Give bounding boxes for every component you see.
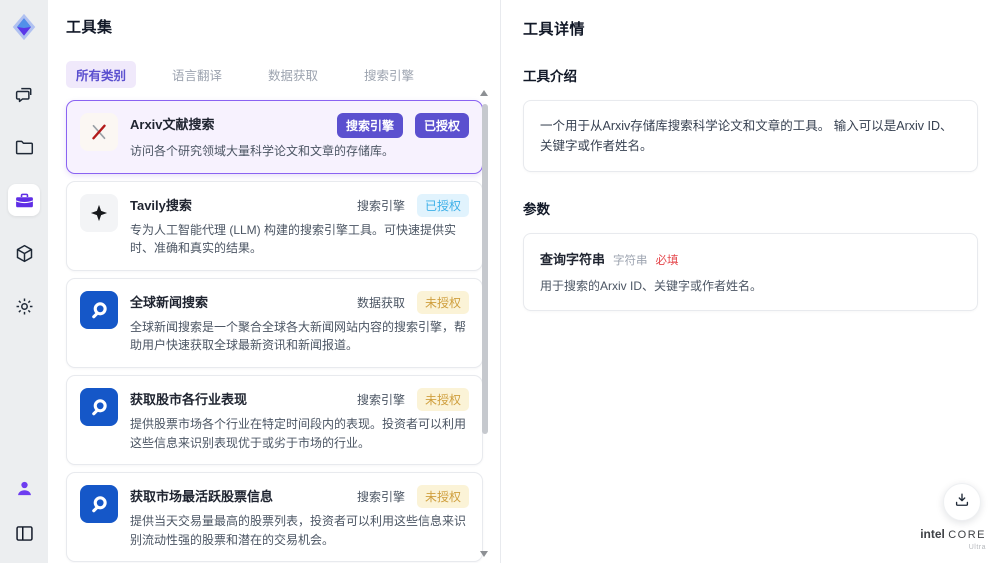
category-tabs: 所有类别 语言翻译 数据获取 搜索引擎 — [66, 61, 500, 88]
arxiv-icon — [80, 113, 118, 151]
param-type: 字符串 — [613, 255, 648, 267]
sidebar-item-account[interactable] — [8, 472, 40, 504]
category-tag: 搜索引擎 — [336, 113, 403, 138]
tool-description: 提供股票市场各个行业在特定时间段内的表现。投资者可以利用这些信息来识别表现优于或… — [130, 416, 467, 450]
sidebar-item-chat[interactable] — [8, 78, 40, 110]
search-blue-icon — [80, 290, 118, 329]
category-tag: 数据获取 — [356, 295, 405, 310]
sidebar-item-panel-toggle[interactable] — [8, 517, 40, 549]
tab-1[interactable]: 语言翻译 — [162, 61, 232, 88]
chat-icon — [14, 84, 35, 105]
list-scrollbar[interactable] — [480, 90, 489, 557]
params-list: 查询字符串 字符串 必填 用于搜索的Arxiv ID、关键字或作者姓名。 — [523, 233, 978, 311]
category-tag: 搜索引擎 — [356, 392, 405, 407]
category-tag: 搜索引擎 — [356, 490, 405, 505]
download-button[interactable] — [943, 483, 981, 521]
auth-badge: 已授权 — [414, 113, 469, 138]
intro-text: 一个用于从Arxiv存储库搜索科学论文和文章的工具。 输入可以是Arxiv ID… — [540, 119, 953, 153]
category-tag: 搜索引擎 — [356, 198, 405, 213]
auth-badge: 未授权 — [416, 485, 469, 509]
panel-icon — [14, 523, 35, 544]
main-content: 工具集 所有类别 语言翻译 数据获取 搜索引擎 Arxiv文献搜索 搜索引擎 已授权 … — [48, 0, 1000, 563]
tool-card[interactable]: Arxiv文献搜索 搜索引擎 已授权 访问各个研究领域大量科学论文和文章的存储库… — [66, 100, 483, 174]
intel-core-logo: intel CORE Ultra — [920, 528, 986, 551]
sidebar-item-tools[interactable] — [8, 184, 40, 216]
tools-panel: 工具集 所有类别 语言翻译 数据获取 搜索引擎 Arxiv文献搜索 搜索引擎 已授权 … — [48, 0, 500, 563]
param-description: 用于搜索的Arxiv ID、关键字或作者姓名。 — [540, 279, 763, 293]
star-icon — [80, 193, 118, 232]
tool-title: Arxiv文献搜索 — [130, 117, 215, 132]
detail-panel: 工具详情 工具介绍 一个用于从Arxiv存储库搜索科学论文和文章的工具。 输入可… — [500, 0, 1000, 563]
cube-icon — [14, 243, 35, 264]
tool-card[interactable]: 全球新闻搜索 数据获取 未授权 全球新闻搜索是一个聚合全球各大新闻网站内容的搜索… — [66, 277, 483, 368]
brand-sub: Ultra — [968, 544, 986, 551]
scroll-up-icon[interactable] — [480, 90, 488, 96]
tool-title: Tavily搜索 — [130, 197, 192, 213]
sidebar-bottom — [8, 472, 40, 549]
tool-card[interactable]: Tavily搜索 搜索引擎 已授权 专为人工智能代理 (LLM) 构建的搜索引擎… — [66, 180, 483, 271]
intro-heading: 工具介绍 — [523, 69, 577, 84]
params-heading: 参数 — [523, 202, 550, 217]
auth-badge: 已授权 — [416, 193, 469, 217]
tool-title: 全球新闻搜索 — [130, 294, 209, 310]
detail-title: 工具详情 — [523, 21, 586, 38]
tool-description: 专为人工智能代理 (LLM) 构建的搜索引擎工具。可快速提供实时、准确和真实的结… — [130, 222, 457, 256]
sidebar-item-files[interactable] — [8, 131, 40, 163]
sidebar — [0, 0, 48, 563]
param-name: 查询字符串 — [540, 252, 606, 267]
app-logo-icon — [7, 10, 41, 44]
page-title: 工具集 — [66, 19, 113, 36]
tool-card[interactable]: 获取市场最活跃股票信息 搜索引擎 未授权 提供当天交易量最高的股票列表，投资者可… — [66, 472, 483, 563]
tab-2[interactable]: 数据获取 — [258, 61, 328, 88]
newspaper-none-icon — [80, 485, 118, 524]
user-icon — [14, 478, 35, 499]
auth-badge: 未授权 — [416, 387, 469, 411]
auth-badge: 未授权 — [416, 290, 469, 314]
tab-3[interactable]: 搜索引擎 — [354, 61, 424, 88]
scroll-down-icon[interactable] — [480, 551, 488, 557]
app-window: 工具集 所有类别 语言翻译 数据获取 搜索引擎 Arxiv文献搜索 搜索引擎 已授权 … — [0, 0, 1000, 563]
sidebar-item-settings[interactable] — [8, 290, 40, 322]
param-card: 查询字符串 字符串 必填 用于搜索的Arxiv ID、关键字或作者姓名。 — [523, 233, 978, 311]
tool-description: 访问各个研究领域大量科学论文和文章的存储库。 — [130, 144, 395, 158]
tool-title: 获取市场最活跃股票信息 — [130, 489, 274, 505]
sidebar-item-models[interactable] — [8, 237, 40, 269]
tool-card[interactable]: 获取股市各行业表现 搜索引擎 未授权 提供股票市场各个行业在特定时间段内的表现。… — [66, 374, 483, 466]
tab-0[interactable]: 所有类别 — [66, 61, 137, 88]
brand-intel: intel — [920, 527, 945, 541]
folder-icon — [14, 137, 35, 158]
briefcase-icon — [14, 190, 35, 211]
scroll-thumb[interactable] — [481, 104, 488, 434]
download-icon — [953, 491, 971, 514]
tool-description: 全球新闻搜索是一个聚合全球各大新闻网站内容的搜索引擎，帮助用户快速获取全球最新资… — [130, 319, 467, 353]
tool-title: 获取股市各行业表现 — [130, 391, 248, 407]
gear-icon — [14, 296, 35, 317]
search-blue-icon — [80, 387, 118, 426]
tool-description: 提供当天交易量最高的股票列表，投资者可以利用这些信息来识别流动性强的股票和潜在的… — [130, 514, 467, 547]
sidebar-nav — [8, 78, 40, 322]
intro-card: 一个用于从Arxiv存储库搜索科学论文和文章的工具。 输入可以是Arxiv ID… — [523, 100, 978, 172]
brand-core: CORE — [948, 529, 986, 541]
tool-list: Arxiv文献搜索 搜索引擎 已授权 访问各个研究领域大量科学论文和文章的存储库… — [66, 100, 483, 563]
param-required-badge: 必填 — [655, 255, 679, 267]
